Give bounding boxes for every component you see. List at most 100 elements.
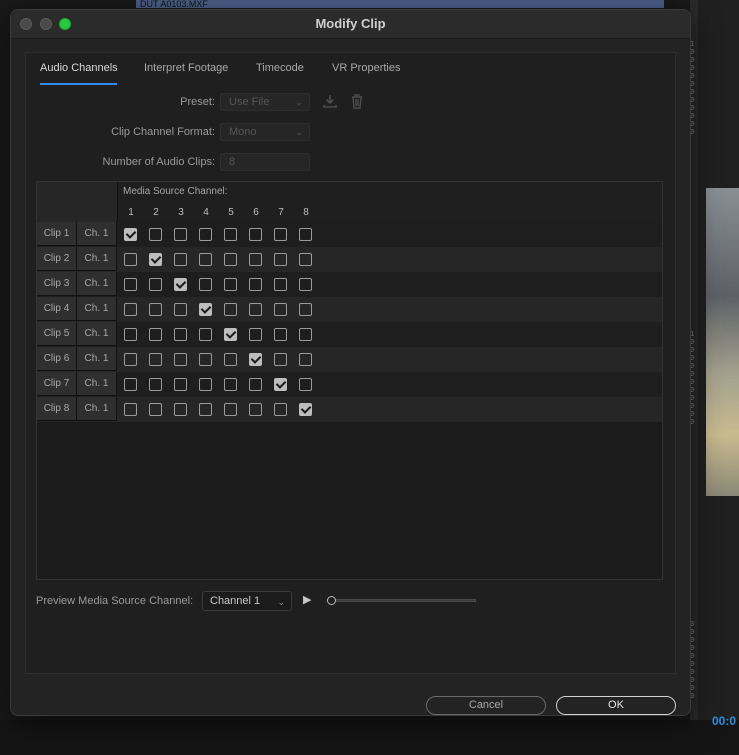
modify-clip-dialog: Modify Clip Audio Channels Interpret Foo… [10,9,691,716]
preview-channel-select[interactable]: Channel 1 ⌄ [202,591,292,611]
clip-channel-cell: Ch. 1 [77,222,117,246]
clip-row: Clip 1 Ch. 1 [37,222,662,247]
channel-checkbox[interactable] [124,353,137,366]
channel-checkbox[interactable] [149,353,162,366]
channel-checkbox[interactable] [274,328,287,341]
channel-checkbox[interactable] [224,253,237,266]
clip-name-cell: Clip 2 [37,247,77,271]
bg-timeline [0,720,739,755]
channel-checkbox[interactable] [199,353,212,366]
number-of-audio-clips-field[interactable]: 8 [220,153,310,171]
channel-checkbox[interactable] [249,228,262,241]
channel-checkbox[interactable] [299,328,312,341]
channel-number: 4 [203,207,209,218]
channel-checkbox[interactable] [249,353,262,366]
channel-number: 1 [128,207,134,218]
cancel-button[interactable]: Cancel [426,696,546,715]
channel-checkbox[interactable] [224,378,237,391]
channel-checkbox[interactable] [199,403,212,416]
clip-channel-cell: Ch. 1 [77,397,117,421]
channel-checkbox[interactable] [249,328,262,341]
channel-checkbox[interactable] [224,353,237,366]
number-of-audio-clips-label: Number of Audio Clips: [102,156,216,168]
channel-checkbox[interactable] [199,253,212,266]
channel-checkbox[interactable] [149,303,162,316]
channel-checkbox[interactable] [124,378,137,391]
channel-checkbox[interactable] [124,253,137,266]
trash-icon[interactable] [350,93,364,114]
channel-checkbox[interactable] [174,328,187,341]
channel-checkbox[interactable] [299,278,312,291]
channel-number: 3 [178,207,184,218]
channel-checkbox[interactable] [124,403,137,416]
tab-timecode[interactable]: Timecode [256,62,304,74]
channel-checkbox[interactable] [224,328,237,341]
channel-checkbox[interactable] [124,278,137,291]
channel-checkbox[interactable] [199,303,212,316]
clip-row: Clip 2 Ch. 1 [37,247,662,272]
clip-channel-format-select[interactable]: Mono ⌄ [220,123,310,141]
preset-select[interactable]: Use File ⌄ [220,93,310,111]
channel-checkbox[interactable] [249,378,262,391]
channel-checkbox[interactable] [149,278,162,291]
channel-checkbox[interactable] [199,378,212,391]
channel-checkbox[interactable] [174,278,187,291]
channel-checkbox[interactable] [149,378,162,391]
channel-checkbox[interactable] [299,403,312,416]
bg-ruler-ticks: 3000000000 [690,620,695,700]
ok-button[interactable]: OK [556,696,676,715]
channel-checkbox[interactable] [174,353,187,366]
tab-audio-channels[interactable]: Audio Channels [40,62,118,74]
channel-checkbox[interactable] [249,278,262,291]
channel-checkbox[interactable] [274,228,287,241]
channel-checkbox[interactable] [174,253,187,266]
save-preset-icon[interactable] [322,93,338,114]
channel-checkbox[interactable] [274,278,287,291]
clip-channel-cell: Ch. 1 [77,272,117,296]
channel-checkbox[interactable] [224,303,237,316]
channel-checkbox[interactable] [274,303,287,316]
clip-channel-format-label: Clip Channel Format: [111,126,215,138]
channel-checkbox[interactable] [299,253,312,266]
preview-scrub-track[interactable] [330,599,476,602]
chevron-down-icon: ⌄ [295,97,303,107]
channel-checkbox[interactable] [174,303,187,316]
preset-value: Use File [229,96,270,108]
channel-checkbox[interactable] [149,228,162,241]
channel-checkbox[interactable] [124,228,137,241]
channel-checkbox[interactable] [124,303,137,316]
channel-checkbox[interactable] [174,228,187,241]
channel-checkbox[interactable] [274,378,287,391]
channel-checkbox[interactable] [149,403,162,416]
play-icon[interactable]: ▶ [303,593,317,607]
channel-checkbox[interactable] [249,303,262,316]
channel-checkbox[interactable] [249,253,262,266]
clip-channel-cell: Ch. 1 [77,322,117,346]
tab-vr-properties[interactable]: VR Properties [332,62,400,74]
channel-checkbox[interactable] [199,278,212,291]
channel-checkbox[interactable] [299,378,312,391]
channel-checkbox[interactable] [174,378,187,391]
channel-checkbox[interactable] [149,253,162,266]
channel-checkbox[interactable] [149,328,162,341]
channel-checkbox[interactable] [124,328,137,341]
channel-checkbox[interactable] [274,403,287,416]
channel-checkbox[interactable] [274,253,287,266]
preview-scrub-knob[interactable] [327,596,336,605]
channel-checkbox[interactable] [299,353,312,366]
channel-checkbox[interactable] [274,353,287,366]
channel-checkbox[interactable] [224,228,237,241]
channel-checkbox[interactable] [299,228,312,241]
tab-interpret-footage[interactable]: Interpret Footage [144,62,228,74]
channel-checkbox[interactable] [249,403,262,416]
channel-checkbox[interactable] [224,403,237,416]
channel-number: 7 [278,207,284,218]
channel-assignment-grid: Media Source Channel: 12345678 Clip 1 Ch.… [36,181,663,580]
channel-checkbox[interactable] [224,278,237,291]
channel-checkbox[interactable] [299,303,312,316]
channel-checkbox[interactable] [199,328,212,341]
chevron-down-icon: ⌄ [295,127,303,137]
clip-name-cell: Clip 5 [37,322,77,346]
channel-checkbox[interactable] [174,403,187,416]
channel-checkbox[interactable] [199,228,212,241]
